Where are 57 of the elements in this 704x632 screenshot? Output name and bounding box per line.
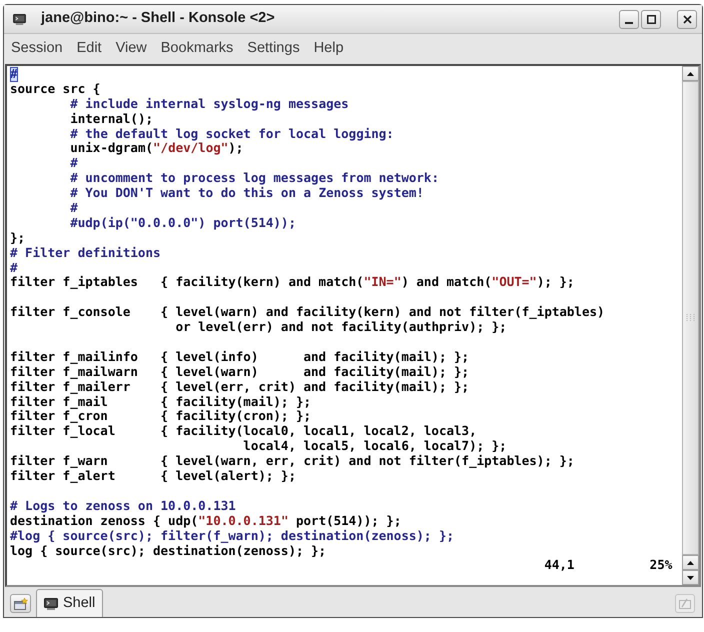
scroll-up-button[interactable] (682, 555, 699, 570)
scrollbar-thumb[interactable] (682, 81, 699, 555)
close-icon (682, 14, 692, 24)
menu-item[interactable]: View (108, 38, 154, 60)
maximize-icon (646, 14, 656, 24)
comment-line: # You DON'T want to do this on a Zenoss system! (70, 186, 424, 202)
comment-line: #udp(ip("0.0.0.0") port(514)); (70, 216, 296, 231)
terminal-icon (13, 14, 26, 24)
code-line: filter f_cron { facility(cron); }; (10, 409, 312, 424)
code-line: filter f_console { level(warn) and facility(kern) and not filter(f_iptables) (10, 305, 605, 320)
comment-line: # the default log socket for local logging: (70, 126, 394, 142)
comment-line: #log { source(src); filter(f_warn); destination(zenoss); }; (10, 528, 454, 544)
menu-item[interactable]: Edit (70, 38, 109, 60)
minimize-icon (625, 22, 633, 24)
code-line: unix-dgram("/dev/log"); (70, 141, 244, 156)
comment-line: # (70, 201, 78, 216)
code-line: filter f_mailinfo { level(info) and facility(mail); }; (10, 350, 470, 365)
scroll-down-button[interactable] (682, 570, 699, 585)
new-tab-button[interactable] (10, 594, 31, 613)
code-line: source src { (10, 82, 100, 97)
code-line: filter f_iptables { facility(kern) and match("IN=") and match("OUT="); }; (10, 275, 574, 290)
code-line: filter f_local { facility(local0, local1, local2, local3, (10, 424, 477, 440)
close-button[interactable] (677, 10, 697, 28)
code-line: filter f_mail { facility(mail); }; (10, 394, 312, 410)
terminal-icon (44, 598, 58, 610)
code-line: filter f_warn { level(warn, err, crit) and not filter(f_iptables); }; (10, 454, 574, 470)
caret-down-icon (687, 576, 694, 580)
code-line: filter f_mailwarn { level(warn) and facility(mail); }; (10, 364, 470, 380)
menu-item[interactable]: Help (306, 38, 351, 60)
code-line: internal(); (70, 112, 154, 127)
menu-item[interactable]: Settings (240, 38, 307, 60)
comment-line: # (10, 260, 18, 276)
caret-up-icon (687, 560, 694, 564)
window-title: jane@bino:~ - Shell - Konsole <2> (41, 9, 275, 28)
comment-line: # include internal syslog-ng messages (70, 96, 349, 112)
code-line: or level(err) and not facility(authpriv); }; (176, 320, 507, 336)
caret-up-icon (687, 72, 694, 76)
code-line: log { source(src); destination(zenoss); }; (10, 544, 326, 558)
code-line: filter f_alert { level(alert); }; (10, 469, 296, 484)
window-slash-icon (678, 598, 692, 609)
code-line: local4, local5, local6, local7); }; (243, 439, 507, 454)
tab[interactable]: Shell (36, 589, 104, 617)
code-line: filter f_mailerr { level(err, crit) and facility(mail); }; (10, 380, 470, 395)
cursor-position: 44,1 (544, 558, 574, 574)
scroll-up-button[interactable] (682, 66, 699, 81)
comment-line: # uncomment to process log messages from network: (70, 171, 439, 186)
minimize-button[interactable] (619, 10, 639, 28)
maximize-button[interactable] (641, 10, 661, 28)
code-line: }; (10, 230, 26, 246)
scroll-percent: 25% (650, 558, 672, 574)
code-line: destination zenoss { udp("10.0.0.131" port(514)); }; (10, 514, 402, 529)
comment-line: # (70, 156, 78, 172)
menu-item[interactable]: Session (4, 38, 70, 60)
comment-line: # Filter definitions (10, 246, 161, 261)
comment-line: # Logs to zenoss on 10.0.0.131 (10, 498, 236, 514)
grip-icon (686, 313, 695, 323)
menu-item[interactable]: Bookmarks (154, 38, 240, 60)
